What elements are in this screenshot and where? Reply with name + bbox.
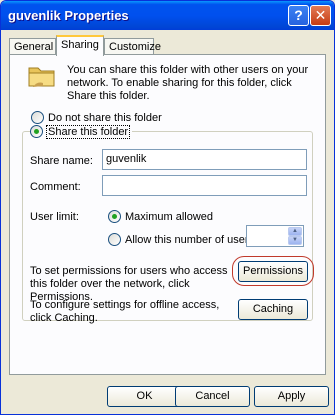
permissions-button[interactable]: Permissions (238, 261, 308, 282)
allow-users-option[interactable]: Allow this number of users: (108, 233, 257, 246)
shared-folder-icon (28, 67, 55, 87)
ok-button[interactable]: OK (107, 386, 182, 407)
cancel-button[interactable]: Cancel (175, 386, 250, 407)
title-bar[interactable]: guvenlik Properties ? ✕ (1, 1, 334, 30)
user-count-spinner[interactable]: ▲ ▼ (246, 225, 304, 247)
share-folder-label: Share this folder (45, 124, 131, 139)
share-name-label: Share name: (30, 155, 93, 167)
allow-users-label: Allow this number of users: (125, 233, 258, 246)
max-allowed-option[interactable]: Maximum allowed (108, 210, 213, 223)
intro-text: You can share this folder with other use… (67, 64, 309, 102)
allow-users-radio[interactable] (108, 233, 121, 246)
share-folder-option[interactable]: Share this folder (30, 124, 133, 139)
spin-up-icon[interactable]: ▲ (288, 227, 302, 236)
tab-sharing[interactable]: Sharing (56, 35, 104, 56)
caching-button[interactable]: Caching (238, 299, 308, 320)
share-folder-radio[interactable] (30, 125, 43, 138)
user-limit-label: User limit: (30, 211, 79, 223)
help-button[interactable]: ? (288, 5, 309, 26)
do-not-share-radio[interactable] (31, 111, 44, 124)
comment-label: Comment: (30, 181, 81, 193)
apply-button[interactable]: Apply (254, 386, 329, 407)
properties-window: guvenlik Properties ? ✕ General Sharing … (0, 0, 335, 415)
max-allowed-radio[interactable] (108, 210, 121, 223)
share-name-field[interactable]: guvenlik (102, 149, 307, 170)
comment-field[interactable] (102, 175, 307, 196)
sharing-panel: You can share this folder with other use… (9, 54, 326, 375)
spin-down-icon[interactable]: ▼ (288, 236, 302, 245)
window-title: guvenlik Properties (8, 8, 129, 23)
do-not-share-option[interactable]: Do not share this folder (31, 111, 162, 124)
max-allowed-label: Maximum allowed (125, 210, 214, 223)
do-not-share-label: Do not share this folder (48, 111, 162, 124)
close-button[interactable]: ✕ (310, 5, 331, 26)
caching-text: To configure settings for offline access… (30, 299, 220, 324)
